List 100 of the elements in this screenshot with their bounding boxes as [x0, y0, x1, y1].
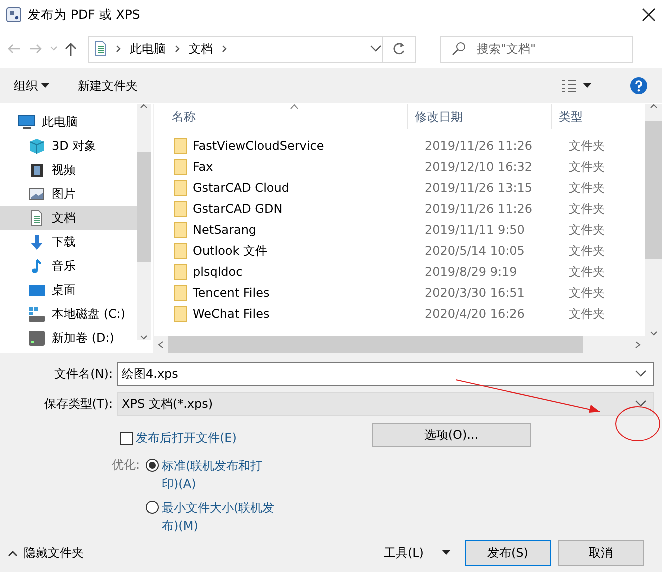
sidebar-item[interactable]: 视频	[0, 158, 137, 182]
scroll-up-icon	[650, 104, 658, 109]
computer-icon	[18, 114, 36, 130]
type-cell-text: 文件夹	[569, 180, 605, 196]
file-name[interactable]: Outlook 文件	[193, 242, 268, 260]
sidebar-item[interactable]: 下载	[0, 230, 137, 254]
date-cell-text: 2019/12/10 16:32	[425, 158, 534, 176]
file-name[interactable]: FastViewCloudService	[193, 136, 324, 154]
drive-icon	[28, 306, 46, 322]
column-header[interactable]: 名称	[154, 108, 407, 126]
field-label: 文件名(N):	[54, 366, 114, 383]
search-icon	[452, 42, 466, 56]
film-icon	[28, 162, 46, 178]
folder-icon	[174, 222, 187, 238]
folder-icon	[174, 242, 187, 258]
date-cell-text: 2019/8/29 9:19	[425, 264, 518, 280]
view-list-icon	[561, 78, 577, 92]
column-header[interactable]: 修改日期	[407, 104, 551, 129]
date-cell-text: 2020/5/14 10:05	[425, 242, 526, 260]
sidebar-item[interactable]: 新加卷 (D:)	[0, 326, 137, 350]
file-type-dropdown[interactable]: XPS 文档(*.xps)	[117, 392, 654, 416]
breadcrumb-item[interactable]: 文档	[189, 40, 213, 58]
chevron-icon	[174, 44, 181, 54]
window-title: 发布为 PDF 或 XPS	[28, 6, 142, 24]
file-name[interactable]: GstarCAD GDN	[193, 200, 283, 218]
hide-folders-button[interactable]: 隐藏文件夹	[8, 544, 84, 562]
date-cell-text: 2019/11/26 11:26	[425, 200, 534, 218]
date-cell-text: 2020/3/30 16:51	[425, 284, 526, 302]
image-icon	[28, 186, 46, 202]
up-arrow-icon[interactable]	[64, 41, 78, 57]
field-label: 优化:	[110, 457, 141, 474]
file-name[interactable]: Fax	[193, 158, 214, 176]
scroll-down-icon	[140, 335, 148, 340]
breadcrumb-item[interactable]: 此电脑	[130, 40, 166, 58]
cube-icon	[28, 138, 46, 154]
date-cell-text: 2019/11/26 13:15	[425, 180, 534, 196]
dropdown-caret-icon[interactable]	[370, 45, 382, 53]
chevron-icon	[221, 44, 228, 54]
close-icon[interactable]	[642, 8, 656, 22]
chevron-icon	[115, 44, 122, 54]
dropdown-caret-icon	[635, 400, 647, 408]
search-field[interactable]: 搜索"文档"	[440, 36, 633, 62]
caret-icon	[583, 82, 592, 88]
refresh-icon[interactable]	[392, 42, 406, 56]
file-name[interactable]: NetSarang	[193, 220, 257, 238]
type-cell-text: 文件夹	[569, 200, 605, 218]
document-icon	[95, 41, 107, 57]
type-cell-text: 文件夹	[569, 158, 605, 176]
date-cell-text: 2019/11/11 9:50	[425, 222, 526, 238]
file-name-field[interactable]: 绘图4.xps	[117, 362, 654, 386]
scroll-up-icon	[140, 104, 148, 109]
type-cell-text: 文件夹	[569, 138, 605, 154]
field-label: 保存类型(T):	[43, 396, 114, 413]
chevron-up-icon	[8, 550, 18, 556]
file-name[interactable]: plsqldoc	[193, 262, 243, 280]
scrollbar[interactable]	[137, 104, 151, 340]
folder-icon	[174, 284, 187, 300]
dropdown-caret-icon	[635, 370, 647, 378]
help-icon[interactable]	[630, 76, 648, 94]
sidebar-item[interactable]: 本地磁盘 (C:)	[0, 302, 137, 326]
sidebar-item[interactable]: 此电脑	[0, 110, 137, 134]
sidebar-item[interactable]: 桌面	[0, 278, 137, 302]
scroll-down-icon	[650, 331, 658, 336]
dialog-button[interactable]: 取消	[558, 540, 644, 566]
file-name[interactable]: GstarCAD Cloud	[193, 178, 290, 196]
download-arrow-icon	[28, 234, 46, 250]
caret-icon	[442, 550, 451, 556]
folder-icon	[174, 138, 187, 154]
type-cell-text: 文件夹	[569, 222, 605, 238]
new-folder-button[interactable]: 新建文件夹	[78, 76, 138, 94]
address-bar[interactable]: 此电脑 文档	[88, 36, 416, 62]
drive-icon	[28, 330, 46, 346]
view-menu-button[interactable]	[561, 78, 592, 92]
dialog-button[interactable]: 发布(S)	[465, 540, 551, 566]
caret-icon	[41, 82, 50, 88]
sidebar-item[interactable]: 图片	[0, 182, 137, 206]
sidebar-item[interactable]: 文档	[0, 206, 137, 230]
folder-icon	[174, 158, 187, 174]
folder-icon	[174, 306, 187, 322]
tools-menu-button[interactable]: 工具(L)	[384, 544, 451, 562]
folder-icon	[174, 264, 187, 280]
open-after-checkbox[interactable]: 发布后打开文件(E)	[120, 429, 372, 447]
scrollbar[interactable]	[645, 104, 662, 336]
file-name[interactable]: WeChat Files	[193, 304, 270, 322]
radio-option[interactable]: 最小文件大小(联机发布)(M)	[146, 499, 296, 535]
type-cell-text: 文件夹	[569, 242, 605, 260]
horizontal-scrollbar[interactable]	[154, 336, 662, 353]
type-cell-text: 文件夹	[569, 264, 605, 280]
organize-menu-button[interactable]: 组织	[14, 76, 50, 94]
folder-icon	[174, 200, 187, 216]
type-cell-text: 文件夹	[569, 284, 605, 302]
date-cell-text: 2019/11/26 11:26	[425, 138, 534, 154]
sidebar-item[interactable]: 3D 对象	[0, 134, 137, 158]
date-cell-text: 2020/4/20 16:26	[425, 306, 526, 322]
options-button[interactable]: 选项(O)...	[372, 423, 531, 447]
file-name[interactable]: Tencent Files	[193, 284, 270, 302]
radio-option[interactable]: 标准(联机发布和打印)(A)	[146, 457, 296, 493]
app-icon	[6, 7, 22, 23]
sidebar-item[interactable]: 音乐	[0, 254, 137, 278]
type-cell-text: 文件夹	[569, 306, 605, 322]
